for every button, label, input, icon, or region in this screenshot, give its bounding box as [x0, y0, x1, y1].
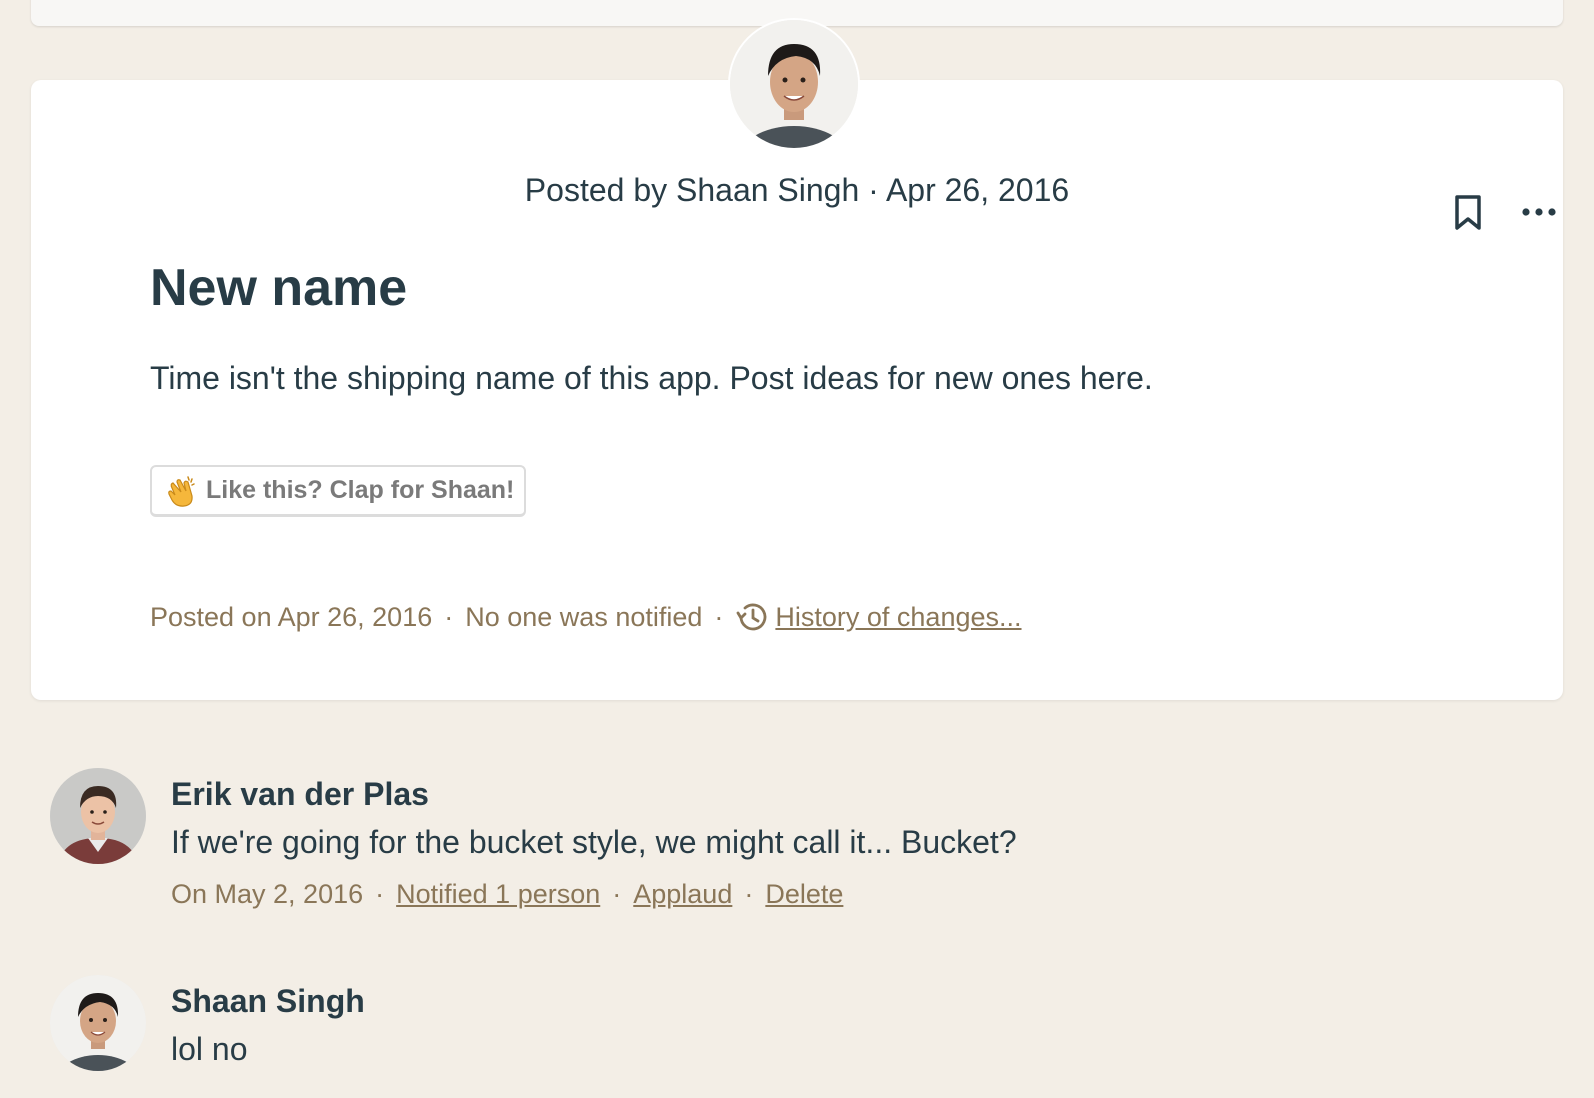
posted-on-date: Posted on Apr 26, 2016: [150, 601, 433, 632]
page: Posted by Shaan Singh · Apr 26, 2016 New…: [0, 0, 1594, 1098]
clap-button-label: Like this? Clap for Shaan!: [206, 476, 515, 504]
meta-separator: ·: [714, 601, 724, 632]
post-meta: Posted on Apr 26, 2016 · No one was noti…: [150, 600, 1022, 634]
post-body: Time isn't the shipping name of this app…: [150, 360, 1153, 396]
avatar[interactable]: [50, 975, 146, 1071]
history-icon[interactable]: [735, 600, 769, 634]
comment-text: If we're going for the bucket style, we …: [171, 824, 1017, 860]
avatar[interactable]: [50, 768, 146, 864]
notified-link[interactable]: Notified 1 person: [396, 879, 600, 910]
meta-separator: ·: [744, 879, 754, 909]
comment-date: On May 2, 2016: [171, 879, 364, 909]
clap-button[interactable]: Like this? Clap for Shaan!: [150, 465, 526, 517]
comment-author[interactable]: Shaan Singh: [171, 983, 365, 1020]
delete-link[interactable]: Delete: [765, 879, 843, 910]
meta-separator: ·: [444, 601, 454, 632]
meta-separator: ·: [375, 879, 385, 909]
author-avatar[interactable]: [730, 20, 858, 148]
comment-text: lol no: [171, 1031, 248, 1067]
notified-status: No one was notified: [465, 601, 703, 632]
comment-author[interactable]: Erik van der Plas: [171, 776, 429, 813]
meta-separator: ·: [612, 879, 622, 909]
posted-by-line: Posted by Shaan Singh · Apr 26, 2016: [524, 172, 1070, 208]
comment-meta: On May 2, 2016 · Notified 1 person · App…: [171, 879, 843, 910]
post-title: New name: [150, 259, 408, 317]
clapping-hands-icon: [164, 474, 198, 508]
history-of-changes-link[interactable]: History of changes...: [775, 602, 1021, 633]
applaud-link[interactable]: Applaud: [633, 879, 732, 910]
